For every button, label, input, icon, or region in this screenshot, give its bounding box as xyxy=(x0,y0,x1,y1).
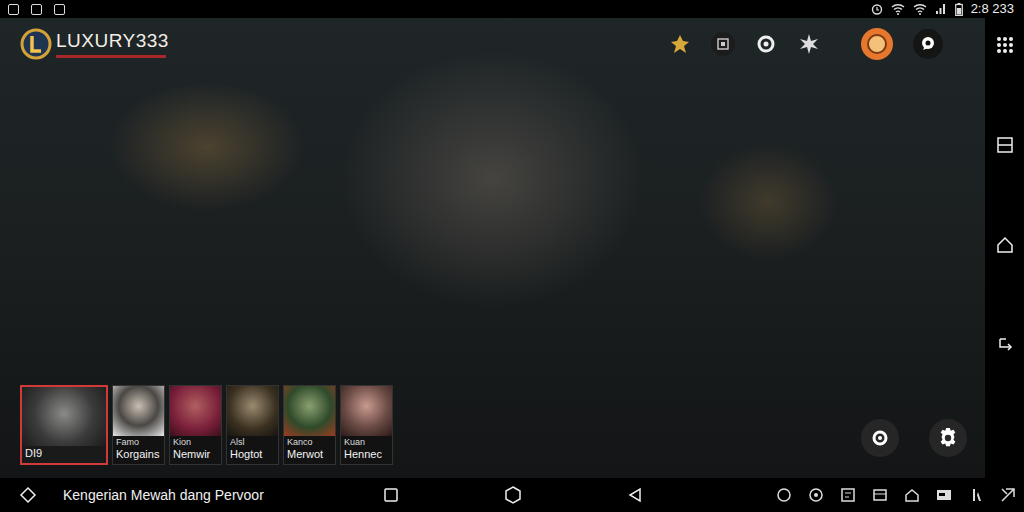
character-portrait xyxy=(113,386,164,436)
notification-icon xyxy=(8,4,19,15)
chat-icon xyxy=(920,36,936,52)
character-list: DI9FamoKorgainsKionNemwirAlslHogtotKanco… xyxy=(20,385,393,465)
character-name: Nemwir xyxy=(173,448,218,461)
character-name: Kanco xyxy=(287,437,332,448)
character-portrait xyxy=(284,386,335,436)
character-portrait xyxy=(22,387,106,446)
character-name: Famo xyxy=(116,437,161,448)
recents-icon[interactable] xyxy=(996,136,1014,154)
game-title: Kengerian Mewah dang Pervoor xyxy=(63,487,264,503)
grid-icon[interactable] xyxy=(996,36,1014,54)
character-name: Kion xyxy=(173,437,218,448)
tray-arrows-icon[interactable] xyxy=(1000,487,1016,503)
character-portrait xyxy=(170,386,221,436)
character-name: Merwot xyxy=(287,448,332,461)
logo[interactable]: LUXURY333 xyxy=(20,28,169,60)
alarm-icon xyxy=(871,3,883,15)
notification-icon xyxy=(54,4,65,15)
refresh-icon[interactable] xyxy=(755,33,777,55)
back-icon[interactable] xyxy=(996,336,1014,354)
logo-text: LUXURY333 xyxy=(56,30,169,52)
logo-tagline xyxy=(56,55,166,58)
camera-button[interactable] xyxy=(861,419,899,457)
notification-icon xyxy=(31,4,42,15)
character-portrait xyxy=(227,386,278,436)
character-card[interactable]: DI9 xyxy=(20,385,108,465)
star-icon[interactable] xyxy=(669,33,691,55)
wifi-icon xyxy=(891,3,905,15)
character-card[interactable]: KuanHennec xyxy=(340,385,393,465)
tray-person-icon[interactable] xyxy=(968,487,984,503)
character-name: Hogtot xyxy=(230,448,275,461)
back-triangle-icon[interactable] xyxy=(627,487,643,503)
nav-bar: Kengerian Mewah dang Pervoor xyxy=(0,478,1024,512)
character-name: Korgains xyxy=(116,448,161,461)
tray-house-icon[interactable] xyxy=(904,487,920,503)
battery-icon xyxy=(955,3,963,16)
gear-icon xyxy=(937,427,959,449)
signal-icon xyxy=(935,3,947,15)
emblem-icon[interactable] xyxy=(797,32,821,56)
character-card[interactable]: FamoKorgains xyxy=(112,385,165,465)
tray-box-icon[interactable] xyxy=(872,487,888,503)
character-card[interactable]: KancoMerwot xyxy=(283,385,336,465)
inventory-icon[interactable] xyxy=(711,32,735,56)
chat-button[interactable] xyxy=(913,29,943,59)
character-card[interactable]: KionNemwir xyxy=(169,385,222,465)
status-bar: 2:8 233 xyxy=(0,0,1024,18)
tray-card-icon[interactable] xyxy=(936,487,952,503)
square-icon[interactable] xyxy=(383,487,399,503)
character-name: Kuan xyxy=(344,437,389,448)
logo-emblem-icon xyxy=(20,28,52,60)
diamond-icon[interactable] xyxy=(19,486,37,504)
wifi-icon xyxy=(913,3,927,15)
settings-button[interactable] xyxy=(929,419,967,457)
game-viewport[interactable]: LUXURY333DI9FamoKorgainsKionNemwirAlslHo… xyxy=(0,18,985,478)
character-portrait xyxy=(341,386,392,436)
tray-ring-icon[interactable] xyxy=(808,487,824,503)
character-card[interactable]: AlslHogtot xyxy=(226,385,279,465)
home-icon[interactable] xyxy=(996,236,1014,254)
profile-avatar[interactable] xyxy=(861,28,893,60)
game-screen: 2:8 233LUXURY333DI9FamoKorgainsKionNemwi… xyxy=(0,0,1024,512)
hexagon-icon[interactable] xyxy=(504,486,522,504)
side-nav-bar xyxy=(985,18,1024,478)
clock: 2:8 233 xyxy=(971,1,1014,17)
rotate-icon xyxy=(871,429,889,447)
character-name: DI9 xyxy=(25,447,103,460)
character-name: Hennec xyxy=(344,448,389,461)
character-name: Alsl xyxy=(230,437,275,448)
tray-square-icon[interactable] xyxy=(840,487,856,503)
tray-circle-icon[interactable] xyxy=(776,487,792,503)
